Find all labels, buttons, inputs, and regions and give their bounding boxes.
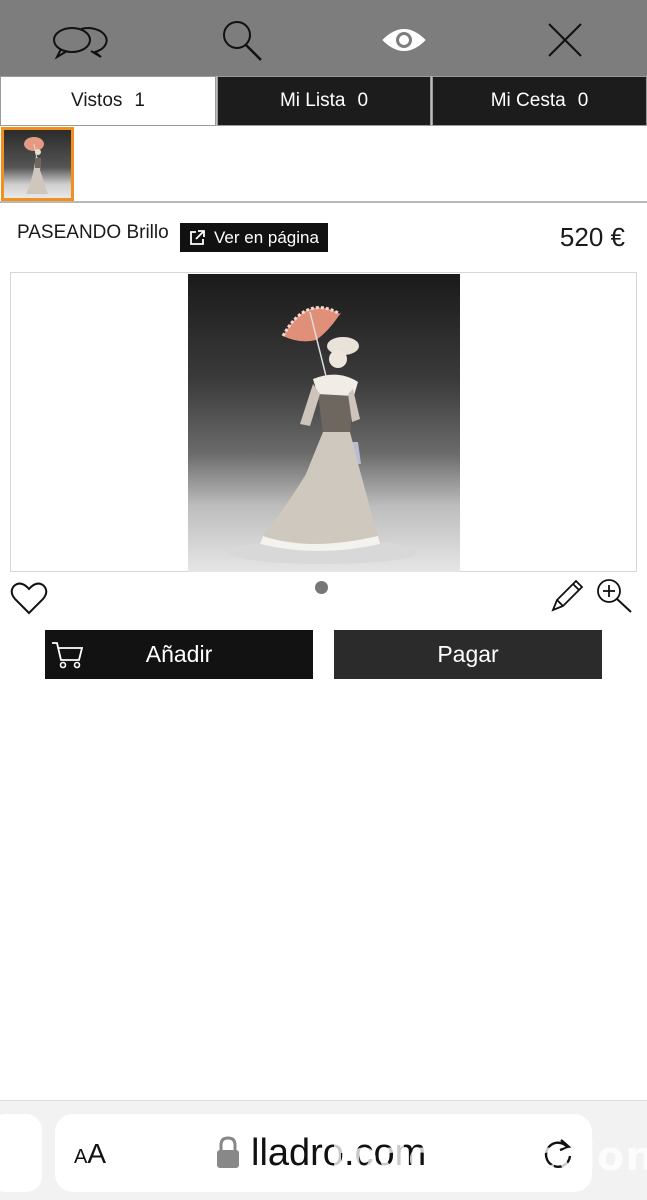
tab-mi-lista[interactable]: Mi Lista 0 bbox=[217, 76, 431, 126]
add-to-cart-button[interactable]: Añadir bbox=[45, 630, 313, 679]
text-size-button[interactable]: AA bbox=[74, 1138, 106, 1170]
text-size-small: A bbox=[74, 1146, 88, 1168]
close-icon[interactable] bbox=[533, 16, 597, 64]
tab-vistos[interactable]: Vistos 1 bbox=[0, 76, 216, 126]
edit-pencil-icon[interactable] bbox=[549, 578, 585, 619]
product-image-frame bbox=[10, 272, 637, 572]
eye-icon[interactable] bbox=[372, 16, 436, 64]
product-price: 520 € bbox=[559, 222, 625, 252]
product-thumbnail[interactable] bbox=[1, 127, 74, 201]
top-toolbar bbox=[0, 0, 647, 76]
tab-mi-cesta[interactable]: Mi Cesta 0 bbox=[432, 76, 647, 126]
add-button-label: Añadir bbox=[145, 641, 213, 667]
search-icon[interactable] bbox=[210, 16, 274, 64]
previous-tab-pill[interactable] bbox=[0, 1114, 42, 1192]
text-size-large: A bbox=[87, 1138, 107, 1169]
product-name: PASEANDO Brillo bbox=[17, 222, 169, 243]
view-on-page-button[interactable]: Ver en página bbox=[180, 223, 328, 252]
cart-icon bbox=[51, 640, 85, 676]
zoom-in-icon[interactable] bbox=[595, 577, 635, 620]
pay-button[interactable]: Pagar bbox=[334, 630, 602, 679]
carousel-dot[interactable] bbox=[315, 581, 328, 594]
product-photo[interactable] bbox=[188, 274, 460, 572]
tab-count: 0 bbox=[577, 90, 589, 111]
list-tabs: Vistos 1 Mi Lista 0 Mi Cesta 0 bbox=[0, 76, 647, 126]
view-on-page-label: Ver en página bbox=[214, 227, 319, 247]
tab-count: 1 bbox=[134, 90, 145, 111]
watermark-text: todocoleccion bbox=[330, 1134, 647, 1180]
external-link-icon bbox=[188, 229, 206, 247]
thumbnail-strip bbox=[0, 126, 647, 203]
tab-count: 0 bbox=[357, 90, 369, 111]
favorite-heart-icon[interactable] bbox=[9, 580, 49, 621]
tab-label: Vistos bbox=[71, 90, 123, 111]
tab-label: Mi Lista bbox=[279, 90, 346, 111]
lock-icon bbox=[215, 1136, 241, 1175]
tab-label: Mi Cesta bbox=[490, 90, 566, 111]
chat-bubbles-icon[interactable] bbox=[49, 16, 113, 64]
pay-button-label: Pagar bbox=[437, 641, 499, 667]
